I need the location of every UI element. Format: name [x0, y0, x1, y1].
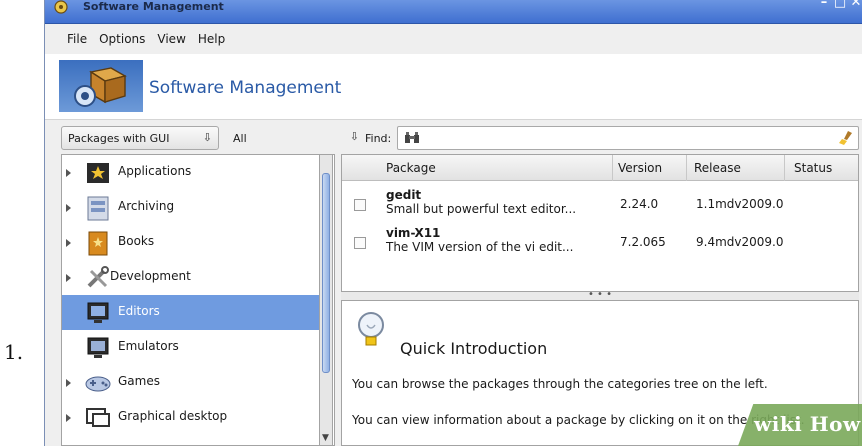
tools-icon — [87, 266, 109, 288]
window-title: Software Management — [83, 0, 224, 13]
app-icon — [54, 0, 68, 14]
expander-icon[interactable] — [66, 274, 71, 282]
tree-scrollbar-thumb[interactable] — [322, 173, 330, 373]
column-separator — [686, 155, 687, 181]
package-release: 1.1mdv2009.0 — [696, 197, 784, 211]
monitor-icon — [87, 302, 109, 323]
tree-item-emulators[interactable]: Emulators — [62, 330, 320, 365]
tree-item-books[interactable]: Books — [62, 225, 320, 260]
column-package[interactable]: Package — [386, 161, 436, 175]
expander-icon[interactable] — [66, 204, 71, 212]
combo-arrow-icon: ⇩ — [349, 130, 359, 143]
tree-scrollbar[interactable]: ▼ — [319, 154, 333, 446]
find-label: Find: — [365, 132, 392, 145]
window-controls: – □ ✕ — [815, 0, 862, 10]
tree-item-label: Books — [118, 234, 155, 248]
menu-file[interactable]: File — [67, 32, 87, 46]
package-list-header: Package Version Release Status — [342, 155, 858, 181]
software-logo — [59, 60, 143, 112]
search-binoculars-icon — [405, 132, 419, 143]
tree-item-label: Applications — [118, 164, 192, 178]
star-box-icon — [87, 163, 109, 183]
package-row-vim-x11[interactable]: vim-X11 The VIM version of the vi edit..… — [342, 223, 858, 259]
package-row-gedit[interactable]: gedit Small but powerful text editor... … — [342, 185, 858, 221]
archive-icon — [87, 196, 109, 221]
package-box-icon — [74, 67, 127, 107]
find-input[interactable] — [397, 126, 859, 150]
tree-item-games[interactable]: Games — [62, 365, 320, 400]
minimize-icon[interactable]: – — [817, 0, 831, 10]
tree-item-label: Emulators — [118, 339, 179, 353]
column-version[interactable]: Version — [618, 161, 662, 175]
column-separator — [784, 155, 785, 181]
package-description: The VIM version of the vi edit... — [386, 240, 574, 254]
close-icon[interactable]: ✕ — [849, 0, 862, 10]
package-version: 7.2.065 — [620, 235, 666, 249]
info-paragraph-browse: You can browse the packages through the … — [352, 377, 768, 391]
watermark-text: wiki How — [754, 412, 861, 436]
expander-icon[interactable] — [66, 239, 71, 247]
tree-item-editors[interactable]: Editors — [62, 295, 320, 330]
package-list: Package Version Release Status gedit Sma… — [341, 154, 859, 292]
tree-item-applications[interactable]: Applications — [62, 155, 320, 190]
title-bar[interactable]: Software Management – □ ✕ — [45, 0, 862, 24]
menu-bar: File Options View Help — [45, 24, 862, 54]
gamepad-icon — [85, 376, 111, 392]
banner-heading: Software Management — [149, 78, 342, 98]
package-version: 2.24.0 — [620, 197, 659, 211]
clear-brush-icon[interactable] — [838, 130, 854, 146]
package-type-select[interactable]: Packages with GUI ⇩ — [61, 126, 219, 150]
lightbulb-icon — [358, 312, 384, 346]
column-separator — [612, 155, 613, 181]
menu-view[interactable]: View — [157, 32, 185, 46]
tree-item-label: Archiving — [118, 199, 175, 213]
info-title: Quick Introduction — [400, 339, 548, 358]
desktop-icon — [86, 408, 110, 427]
package-name: gedit — [386, 188, 422, 202]
maximize-icon[interactable]: □ — [833, 0, 847, 10]
expander-icon[interactable] — [66, 379, 71, 387]
tree-item-label: Development — [110, 269, 191, 283]
column-release[interactable]: Release — [694, 161, 741, 175]
package-checkbox[interactable] — [354, 199, 366, 211]
tree-item-label: Graphical desktop — [118, 409, 228, 423]
scope-select[interactable]: All ⇩ — [227, 126, 359, 150]
combo-arrow-icon: ⇩ — [202, 131, 212, 144]
menu-options[interactable]: Options — [99, 32, 145, 46]
pane-splitter[interactable]: • • • — [341, 290, 859, 300]
tree-item-graphical-desktop[interactable]: Graphical desktop — [62, 400, 320, 435]
scope-value: All — [233, 131, 247, 145]
package-type-value: Packages with GUI — [68, 131, 170, 145]
package-release: 9.4mdv2009.0 — [696, 235, 784, 249]
book-icon — [88, 231, 108, 256]
filter-bar: Packages with GUI ⇩ All ⇩ Find: — [45, 120, 862, 154]
package-description: Small but powerful text editor... — [386, 202, 577, 216]
expander-icon[interactable] — [66, 169, 71, 177]
menu-help[interactable]: Help — [198, 32, 225, 46]
monitor-icon — [87, 337, 109, 358]
tree-item-label: Games — [118, 374, 160, 388]
tree-item-archiving[interactable]: Archiving — [62, 190, 320, 225]
tree-item-development[interactable]: Development — [62, 260, 320, 295]
package-checkbox[interactable] — [354, 237, 366, 249]
column-status[interactable]: Status — [794, 161, 832, 175]
package-name: vim-X11 — [386, 226, 441, 240]
expander-icon[interactable] — [66, 414, 71, 422]
scroll-down-icon[interactable]: ▼ — [322, 433, 329, 443]
categories-tree: Applications Archiving Books Development… — [61, 154, 335, 446]
step-number: 1. — [4, 340, 24, 364]
banner: Software Management — [45, 54, 862, 120]
software-management-window: Software Management – □ ✕ File Options V… — [44, 0, 862, 446]
tree-item-label: Editors — [118, 304, 160, 318]
